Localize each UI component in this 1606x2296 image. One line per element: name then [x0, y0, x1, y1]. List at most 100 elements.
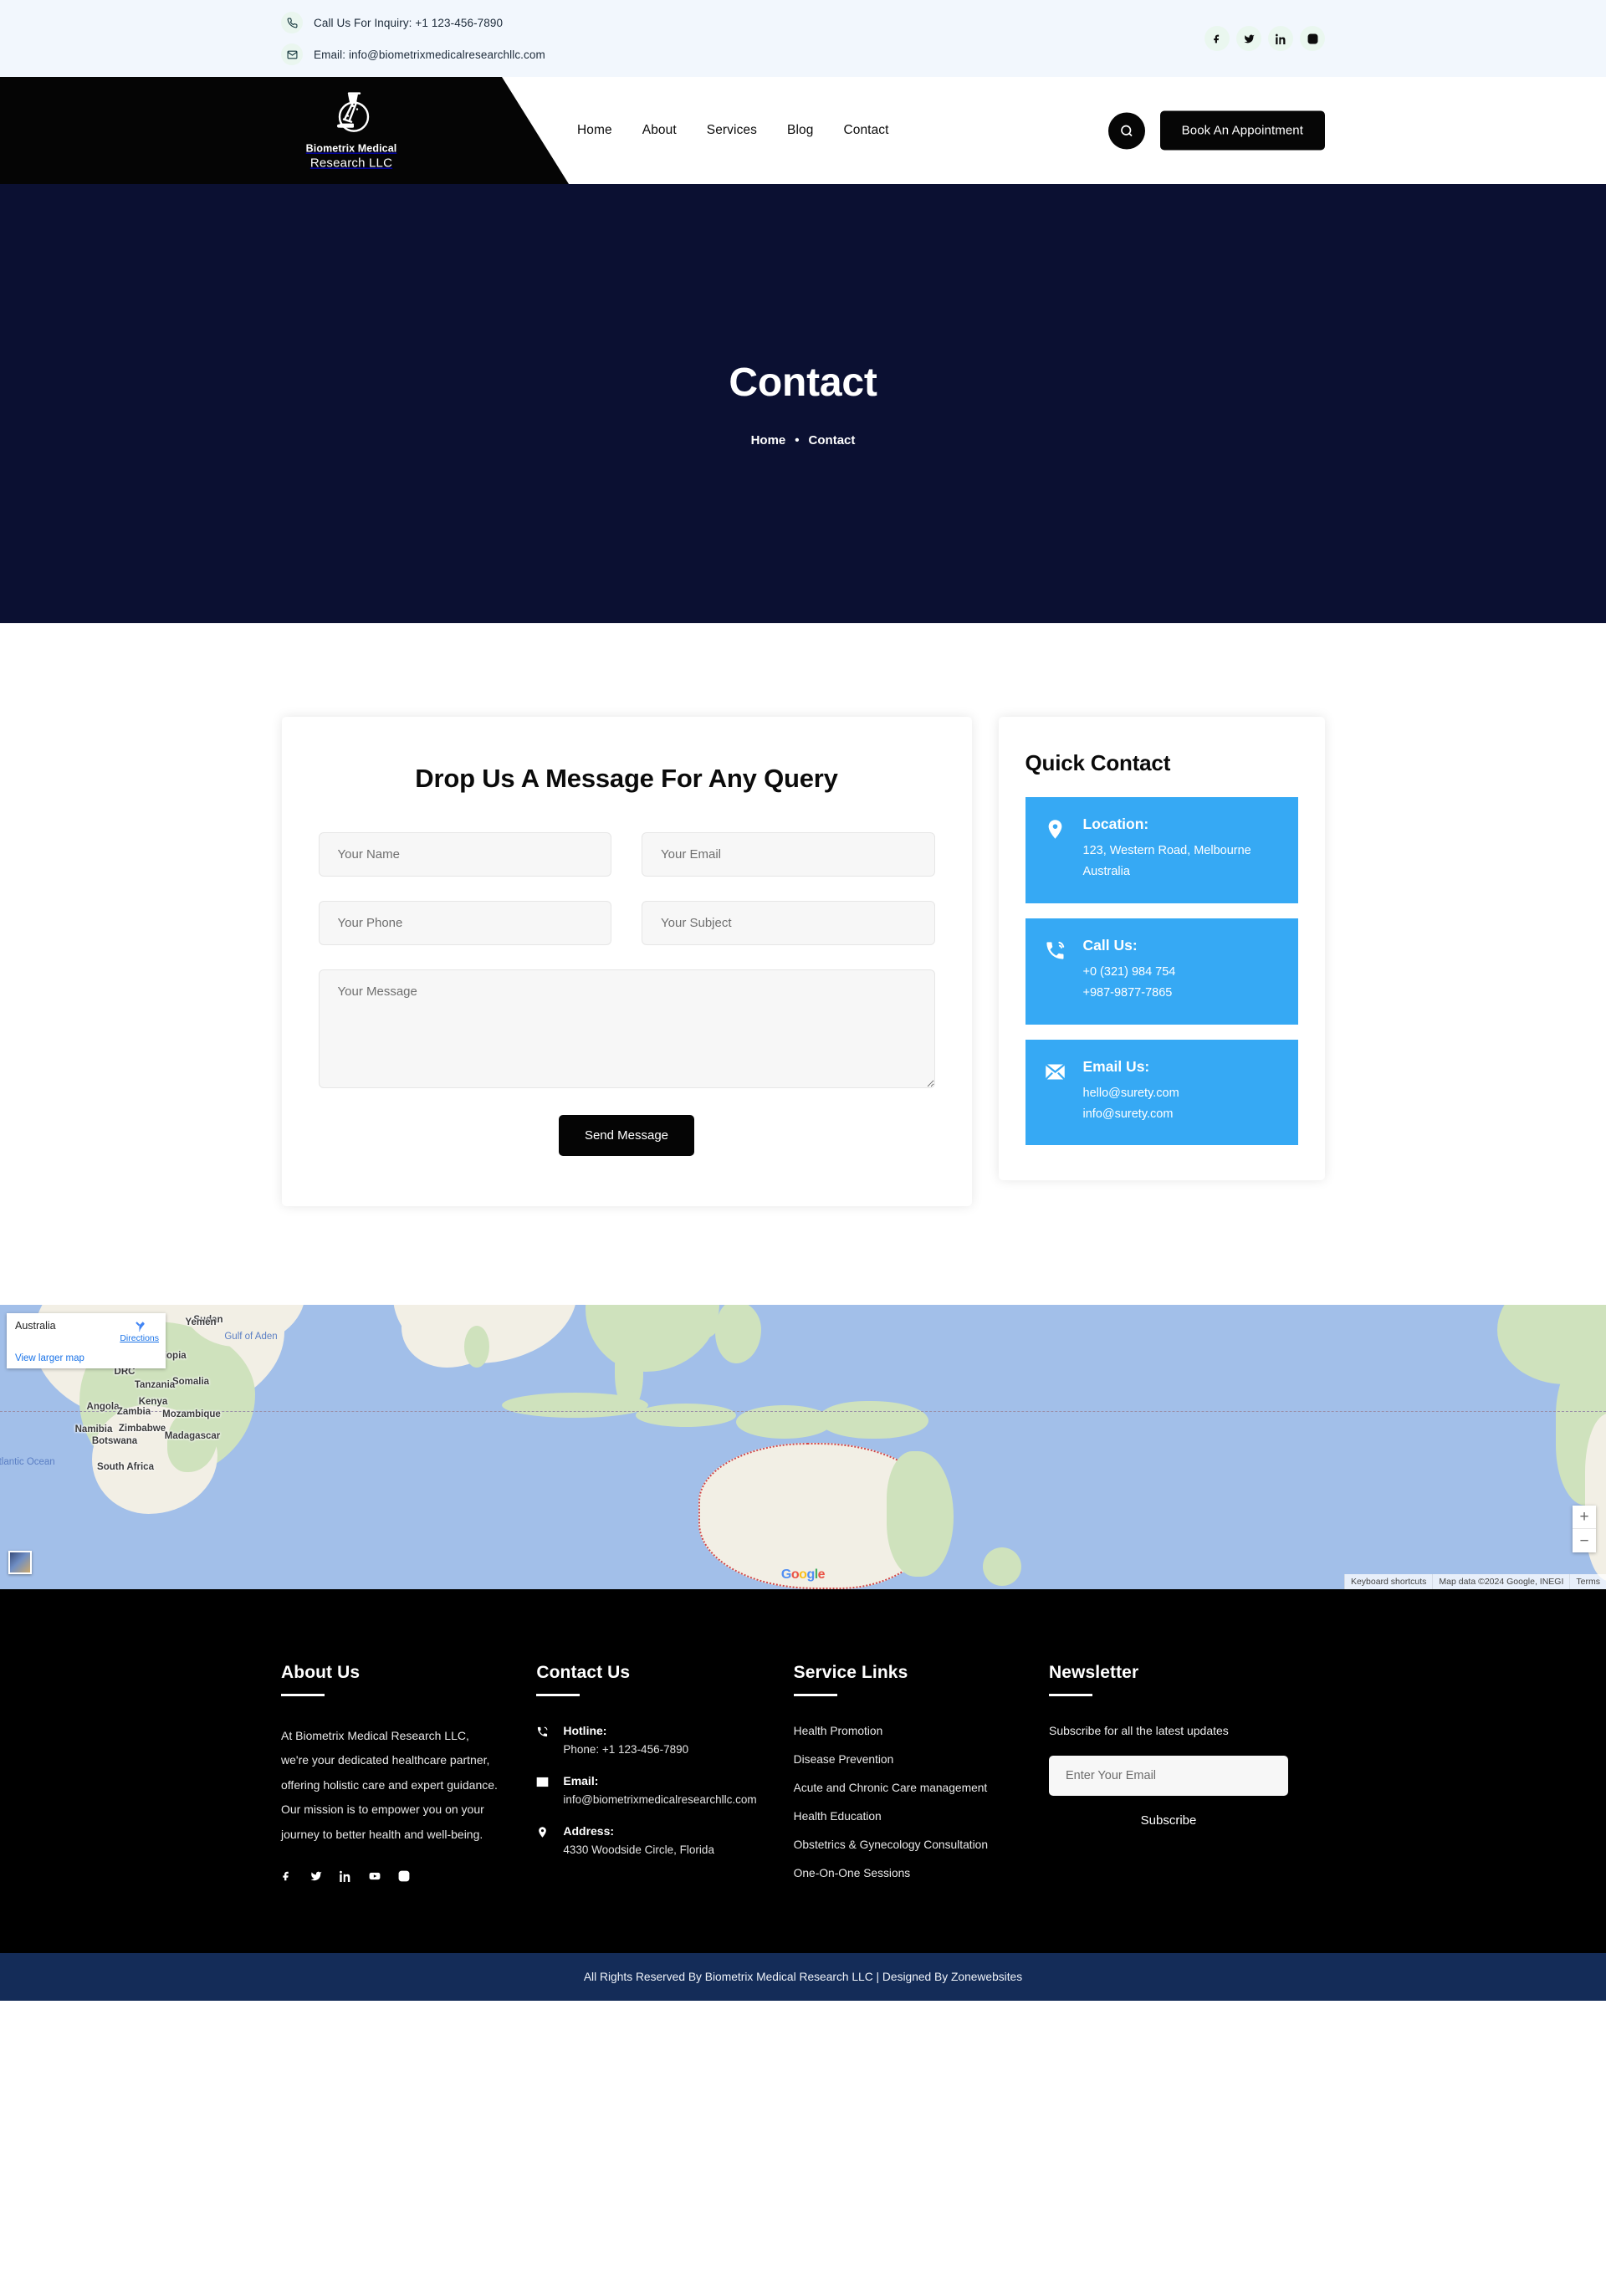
footer-email-value[interactable]: info@biometrixmedicalresearchllc.com — [563, 1793, 756, 1806]
nav-item-blog[interactable]: Blog — [772, 123, 828, 138]
service-link-disease-prevention[interactable]: Disease Prevention — [794, 1753, 894, 1766]
twitter-icon[interactable] — [1236, 26, 1261, 51]
map-zoom-controls: + − — [1573, 1506, 1596, 1552]
map-attribution: Keyboard shortcuts Map data ©2024 Google… — [1344, 1574, 1606, 1589]
breadcrumb: Home • Contact — [751, 433, 856, 447]
quick-contact-location[interactable]: Location: 123, Western Road, Melbourne A… — [1025, 797, 1298, 903]
map-directions-link[interactable]: Directions — [120, 1318, 159, 1343]
map-zoom-out-button[interactable]: − — [1573, 1529, 1596, 1552]
footer-contact-heading: Contact Us — [536, 1663, 756, 1683]
map-zoom-in-button[interactable]: + — [1573, 1506, 1596, 1529]
footer-heading-rule — [281, 1694, 325, 1696]
nav-item-home[interactable]: Home — [577, 123, 627, 138]
quick-contact-email-title: Email Us: — [1083, 1058, 1179, 1076]
map-label: Mozambique — [162, 1409, 221, 1419]
map-directions-label: Directions — [120, 1333, 159, 1343]
topbar-contact-group: Call Us For Inquiry: +1 123-456-7890 Ema… — [281, 12, 545, 65]
linkedin-icon[interactable] — [1268, 26, 1293, 51]
quick-contact-heading: Quick Contact — [1025, 750, 1298, 776]
footer-about-column: About Us At Biometrix Medical Research L… — [281, 1663, 536, 1895]
footer-contact-column: Contact Us Hotline: Phone: +1 123-456-78… — [536, 1663, 793, 1895]
email-input[interactable] — [642, 832, 935, 877]
footer-social-links — [281, 1870, 499, 1882]
header-actions: Book An Appointment — [1108, 111, 1325, 151]
facebook-icon[interactable] — [1204, 26, 1230, 51]
quick-contact-location-line1: 123, Western Road, Melbourne — [1083, 841, 1251, 862]
microscope-icon — [328, 89, 375, 140]
form-row-1 — [319, 832, 935, 877]
list-item: Acute and Chronic Care management — [794, 1781, 1012, 1796]
nav-item-services[interactable]: Services — [692, 123, 772, 138]
footer-hotline-value[interactable]: Phone: +1 123-456-7890 — [563, 1743, 688, 1756]
quick-contact-location-line2: Australia — [1083, 862, 1251, 882]
footer-about-heading: About Us — [281, 1663, 499, 1683]
service-link-one-on-one-sessions[interactable]: One-On-One Sessions — [794, 1867, 911, 1879]
footer-heading-rule — [1049, 1694, 1092, 1696]
twitter-icon[interactable] — [310, 1870, 322, 1882]
location-map[interactable]: ChadSudanYemenGulf of AdenEthiopiaSomali… — [0, 1305, 1606, 1589]
footer-newsletter-column: Newsletter Subscribe for all the latest … — [1049, 1663, 1325, 1895]
list-item: Obstetrics & Gynecology Consultation — [794, 1838, 1012, 1853]
subject-input[interactable] — [642, 901, 935, 945]
map-data-credit: Map data ©2024 Google, INEGI — [1432, 1574, 1569, 1589]
map-label: Zimbabwe — [119, 1424, 166, 1434]
map-label: Angola — [87, 1402, 120, 1412]
service-link-health-education[interactable]: Health Education — [794, 1810, 882, 1823]
service-link-health-promotion[interactable]: Health Promotion — [794, 1725, 883, 1737]
list-item: Disease Prevention — [794, 1752, 1012, 1767]
map-view-larger-link[interactable]: View larger map — [15, 1353, 84, 1363]
phone-call-icon — [1044, 937, 1069, 962]
topbar-email[interactable]: Email: info@biometrixmedicalresearchllc.… — [281, 43, 545, 65]
facebook-icon[interactable] — [281, 1870, 293, 1882]
list-item: One-On-One Sessions — [794, 1866, 1012, 1881]
map-landmass — [820, 1401, 928, 1439]
map-terms-link[interactable]: Terms — [1569, 1574, 1606, 1589]
map-satellite-thumbnail[interactable] — [8, 1551, 32, 1574]
map-landmass — [502, 1393, 648, 1418]
footer-contact-address: Address: 4330 Woodside Circle, Florida — [536, 1824, 756, 1856]
phone-icon — [281, 12, 303, 33]
search-button[interactable] — [1108, 112, 1145, 149]
linkedin-icon[interactable] — [340, 1870, 351, 1882]
quick-contact-email-line1: hello@surety.com — [1083, 1083, 1179, 1104]
youtube-icon[interactable] — [369, 1870, 381, 1882]
breadcrumb-current: Contact — [809, 433, 856, 447]
main-navigation: Home About Services Blog Contact — [577, 123, 904, 138]
site-logo[interactable]: Biometrix Medical Research LLC — [276, 89, 427, 172]
phone-input[interactable] — [319, 901, 612, 945]
topbar-phone[interactable]: Call Us For Inquiry: +1 123-456-7890 — [281, 12, 545, 33]
footer-services-heading: Service Links — [794, 1663, 1012, 1683]
nav-item-contact[interactable]: Contact — [828, 123, 903, 138]
book-appointment-button[interactable]: Book An Appointment — [1160, 111, 1325, 151]
map-landmass — [736, 1405, 832, 1439]
service-link-acute-chronic-care[interactable]: Acute and Chronic Care management — [794, 1782, 988, 1794]
footer-services-column: Service Links Health Promotion Disease P… — [794, 1663, 1049, 1895]
breadcrumb-home[interactable]: Home — [751, 433, 786, 447]
instagram-icon[interactable] — [398, 1870, 410, 1882]
instagram-icon[interactable] — [1300, 26, 1325, 51]
map-keyboard-shortcuts[interactable]: Keyboard shortcuts — [1344, 1574, 1432, 1589]
google-logo: Google — [781, 1567, 825, 1583]
newsletter-subscribe-button[interactable]: Subscribe — [1049, 1813, 1288, 1828]
footer-email-title: Email: — [563, 1774, 756, 1787]
copyright-bar: All Rights Reserved By Biometrix Medical… — [0, 1953, 1606, 2001]
map-label: Gulf of Aden — [224, 1332, 277, 1342]
send-message-button[interactable]: Send Message — [559, 1115, 694, 1156]
newsletter-email-input[interactable] — [1049, 1756, 1288, 1796]
search-icon — [1119, 123, 1134, 138]
nav-item-about[interactable]: About — [627, 123, 692, 138]
envelope-icon — [536, 1774, 551, 1788]
site-footer: About Us At Biometrix Medical Research L… — [0, 1589, 1606, 1953]
message-textarea[interactable] — [319, 969, 935, 1088]
name-input[interactable] — [319, 832, 612, 877]
quick-contact-call-title: Call Us: — [1083, 937, 1176, 954]
quick-contact-card: Quick Contact Location: 123, Western Roa… — [999, 717, 1325, 1180]
footer-contact-email: Email: info@biometrixmedicalresearchllc.… — [536, 1774, 756, 1806]
location-pin-icon — [1044, 816, 1069, 841]
quick-contact-call[interactable]: Call Us: +0 (321) 984 754 +987-9877-7865 — [1025, 918, 1298, 1025]
map-landmass — [983, 1547, 1021, 1586]
contact-section: Drop Us A Message For Any Query Send Mes… — [0, 623, 1606, 1305]
newsletter-subtitle: Subscribe for all the latest updates — [1049, 1724, 1288, 1737]
service-link-obstetrics-gynecology[interactable]: Obstetrics & Gynecology Consultation — [794, 1838, 988, 1851]
quick-contact-email[interactable]: Email Us: hello@surety.com info@surety.c… — [1025, 1040, 1298, 1146]
